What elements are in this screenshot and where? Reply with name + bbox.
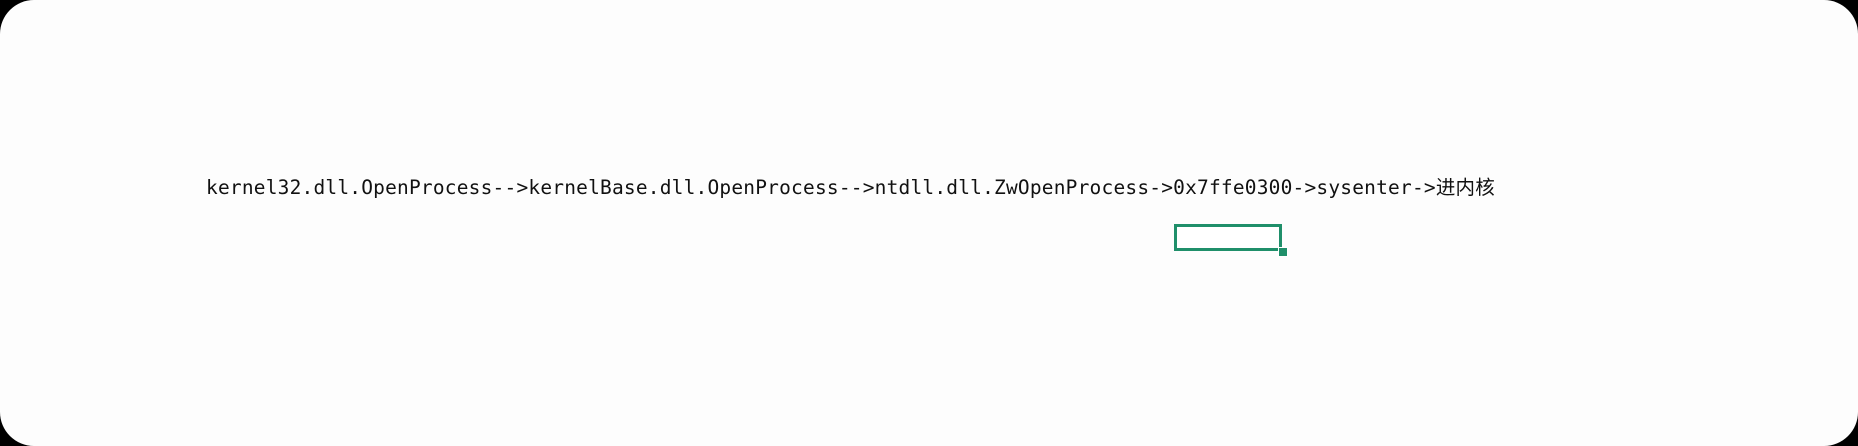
- cell-call-chain-text[interactable]: kernel32.dll.OpenProcess-->kernelBase.dl…: [206, 174, 1495, 202]
- spreadsheet-view: kernel32.dll.OpenProcess-->kernelBase.dl…: [0, 0, 1858, 446]
- fill-handle[interactable]: [1278, 247, 1288, 257]
- selected-cell[interactable]: [1174, 224, 1282, 251]
